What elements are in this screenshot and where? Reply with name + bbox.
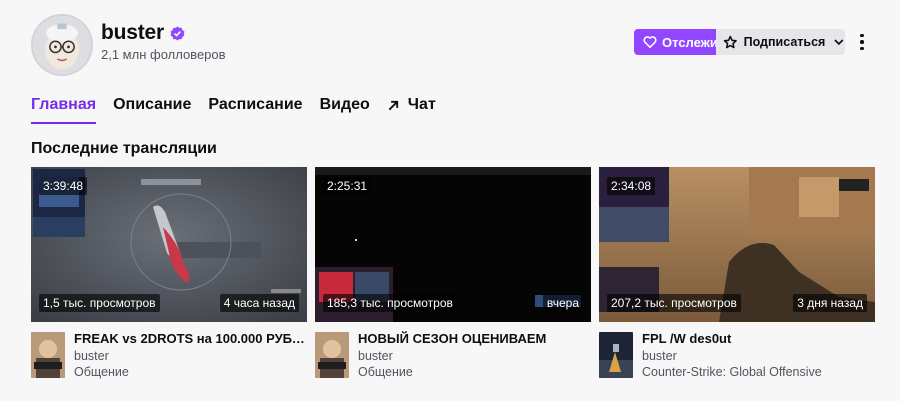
video-date: 3 дня назад	[793, 294, 867, 312]
tab-label: Чат	[407, 96, 436, 113]
category-box-art[interactable]	[31, 332, 65, 378]
category-box-art[interactable]	[599, 332, 633, 378]
followers-count: 2,1 млн фолловеров	[101, 47, 226, 62]
video-date: 4 часа назад	[219, 294, 299, 312]
video-duration: 2:34:08	[607, 177, 656, 195]
avatar-image	[33, 16, 91, 74]
video-thumbnail[interactable]: 2:25:31 185,3 тыс. просмотров вчера	[315, 167, 591, 322]
subscribe-button-label: Подписаться	[743, 35, 826, 49]
tab-schedule[interactable]: Расписание	[208, 96, 302, 124]
video-views: 185,3 тыс. просмотров	[323, 294, 457, 312]
channel-avatar[interactable]	[31, 14, 93, 76]
more-options-button[interactable]	[853, 31, 871, 53]
subscribe-button[interactable]: Подписаться	[716, 29, 845, 55]
tab-about[interactable]: Описание	[113, 96, 191, 124]
tab-home[interactable]: Главная	[31, 96, 97, 124]
chevron-down-icon	[834, 39, 844, 46]
video-thumbnail[interactable]: 3:39:48 1,5 тыс. просмотров 4 часа назад	[31, 167, 307, 322]
video-category[interactable]: Общение	[358, 365, 413, 379]
video-card[interactable]: 2:34:08 207,2 тыс. просмотров 3 дня наза…	[599, 167, 875, 380]
section-title: Последние трансляции	[31, 140, 217, 157]
video-title[interactable]: НОВЫЙ СЕЗОН ОЦЕНИВАЕМ	[358, 331, 591, 346]
star-icon	[723, 35, 737, 48]
tab-videos[interactable]: Видео	[320, 96, 370, 124]
tab-label: Описание	[113, 96, 192, 113]
channel-name-text: buster	[101, 21, 164, 44]
video-duration: 2:25:31	[323, 177, 372, 195]
channel-name[interactable]: buster	[101, 21, 185, 45]
video-channel-name[interactable]: buster	[74, 349, 109, 363]
category-image	[315, 332, 349, 378]
category-image	[31, 332, 65, 378]
video-category[interactable]: Общение	[74, 365, 129, 379]
video-title[interactable]: FPL /W des0ut	[642, 331, 875, 346]
tab-label: Видео	[319, 96, 370, 113]
external-arrow-icon	[388, 100, 398, 111]
video-category[interactable]: Counter-Strike: Global Offensive	[642, 365, 822, 379]
video-card[interactable]: 3:39:48 1,5 тыс. просмотров 4 часа назад…	[31, 167, 307, 380]
verified-badge-icon	[170, 25, 185, 41]
follow-button-label: Отслеживать	[662, 34, 716, 50]
video-meta: НОВЫЙ СЕЗОН ОЦЕНИВАЕМ buster Общение	[315, 330, 591, 380]
video-meta: FREAK vs 2DROTS на 100.000 РУБЛЕЙ на ВОР…	[31, 330, 307, 380]
video-duration: 3:39:48	[39, 177, 88, 195]
heart-icon	[643, 36, 657, 49]
video-views: 207,2 тыс. просмотров	[607, 294, 741, 312]
category-box-art[interactable]	[315, 332, 349, 378]
video-date: вчера	[542, 294, 583, 312]
video-channel-name[interactable]: buster	[358, 349, 393, 363]
more-dot-icon	[860, 40, 864, 44]
tab-chat[interactable]: Чат	[387, 96, 436, 124]
video-title[interactable]: FREAK vs 2DROTS на 100.000 РУБЛЕЙ на ВОР…	[74, 331, 307, 346]
more-dot-icon	[860, 46, 864, 51]
video-channel-name[interactable]: buster	[642, 349, 677, 363]
video-card[interactable]: 2:25:31 185,3 тыс. просмотров вчера НОВЫ…	[315, 167, 591, 380]
video-thumbnail[interactable]: 2:34:08 207,2 тыс. просмотров 3 дня наза…	[599, 167, 875, 322]
tab-label: Главная	[31, 96, 97, 113]
category-image	[599, 332, 633, 378]
channel-tabs: Главная Описание Расписание Видео Чат	[31, 96, 453, 126]
tab-label: Расписание	[208, 96, 303, 113]
video-meta: FPL /W des0ut buster Counter-Strike: Glo…	[599, 330, 875, 380]
more-dot-icon	[860, 33, 864, 38]
follow-button[interactable]: Отслеживать	[634, 29, 716, 55]
video-views: 1,5 тыс. просмотров	[39, 294, 160, 312]
